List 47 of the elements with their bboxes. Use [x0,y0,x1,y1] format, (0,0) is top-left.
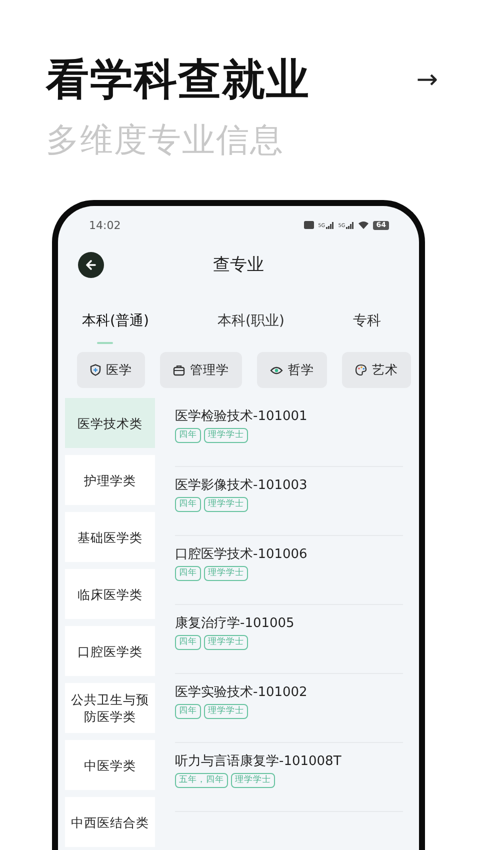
back-button[interactable] [78,252,104,278]
category-item[interactable]: 医学技术类 [65,398,155,448]
subject-chip[interactable]: 管理学 [160,352,242,388]
tab[interactable]: 本科(普通) [82,308,149,346]
major-name[interactable]: 医学影像技术-101003 [175,477,403,495]
page-title: 看学科查就业 [46,54,310,107]
major-tag: 理学学士 [204,428,248,443]
tab[interactable]: 专科 [353,308,381,346]
category-item[interactable]: 公共卫生与预防医学类 [65,683,155,733]
back-arrow-icon [85,259,97,271]
major-tag: 理学学士 [204,566,248,581]
major-tag: 四年 [175,704,201,719]
eye-icon [270,366,283,374]
arrow-link[interactable]: → [416,65,438,95]
major-tag: 五年，四年 [175,773,228,788]
category-item[interactable]: 中西医结合类 [65,797,155,847]
category-item[interactable]: 临床医学类 [65,569,155,619]
sim-icon [304,221,314,229]
major-tag: 理学学士 [204,704,248,719]
major-tag: 四年 [175,428,201,443]
tab[interactable]: 本科(职业) [218,308,284,346]
subject-chip[interactable]: 艺术 [342,352,411,388]
briefcase-icon [173,364,185,376]
major-tag: 四年 [175,635,201,650]
subject-chip[interactable]: 哲学 [257,352,327,388]
major-name[interactable]: 听力与言语康复学-101008T [175,753,403,771]
status-time: 14:02 [89,218,121,232]
category-item[interactable]: 护理学类 [65,455,155,505]
major-name[interactable]: 医学检验技术-101001 [175,408,403,426]
category-item[interactable]: 口腔医学类 [65,626,155,676]
major-name[interactable]: 医学实验技术-101002 [175,684,403,702]
palette-icon [355,364,367,376]
screen-title: 查专业 [213,254,264,276]
category-item[interactable]: 中医学类 [65,740,155,790]
major-name[interactable]: 康复治疗学-101005 [175,615,403,633]
category-item[interactable]: 基础医学类 [65,512,155,562]
subject-chip[interactable]: 医学 [77,352,145,388]
wifi-icon [358,221,370,229]
major-tag: 理学学士 [204,497,248,512]
signal-icon [326,222,334,228]
major-tag: 四年 [175,566,201,581]
major-tag: 理学学士 [204,635,248,650]
signal-icon [346,222,354,228]
major-name[interactable]: 口腔医学技术-101006 [175,546,403,564]
shield-icon [90,364,101,376]
major-tag: 四年 [175,497,201,512]
major-tag: 理学学士 [231,773,275,788]
